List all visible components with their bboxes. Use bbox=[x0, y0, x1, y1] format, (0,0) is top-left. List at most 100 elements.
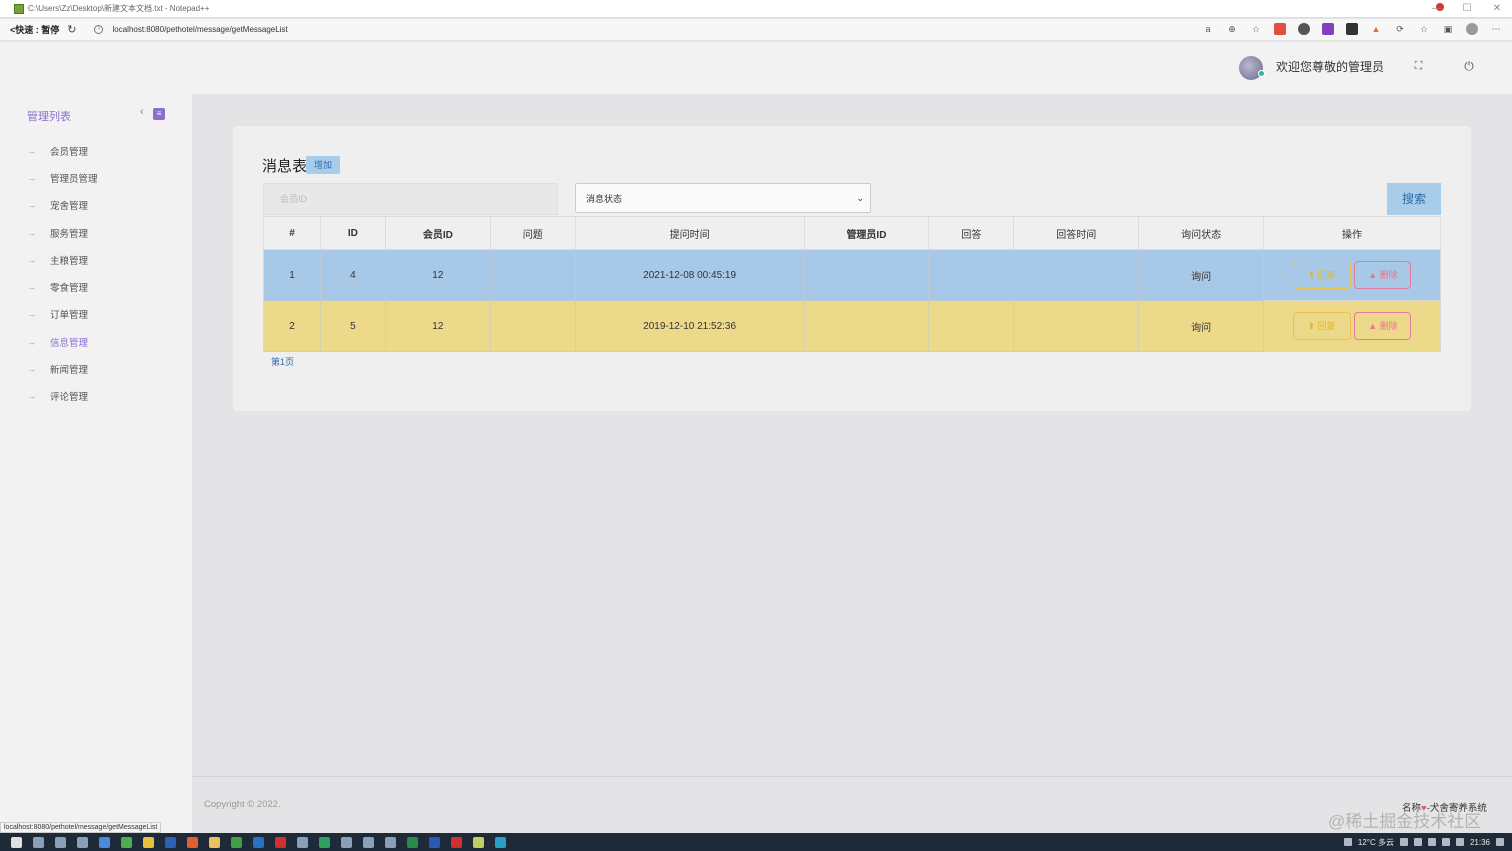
sidebar-item-label: 会员管理 bbox=[50, 146, 89, 158]
sidebar-item-services[interactable]: → 服务管理 bbox=[0, 219, 192, 246]
warning-icon: ▲ bbox=[1368, 270, 1380, 280]
taskbar-app-icon[interactable] bbox=[77, 836, 88, 848]
favorite-add-icon[interactable]: ☆ bbox=[1250, 23, 1262, 35]
taskbar-app-icon[interactable] bbox=[451, 836, 462, 848]
folder-icon[interactable] bbox=[209, 836, 220, 848]
sidebar-item-messages[interactable]: → 信息管理 bbox=[0, 328, 192, 355]
reply-button[interactable]: ⬆ 回复 bbox=[1292, 312, 1351, 340]
fullscreen-icon[interactable]: ⛶ bbox=[1413, 61, 1424, 72]
sidebar-item-label: 服务管理 bbox=[50, 228, 89, 240]
arrow-right-icon: → bbox=[27, 254, 36, 265]
sidebar-item-admins[interactable]: → 管理员管理 bbox=[0, 164, 192, 191]
delete-button-label: 删除 bbox=[1379, 270, 1398, 280]
extension-orange-icon[interactable]: ▲ bbox=[1370, 23, 1382, 35]
taskbar-app-icon[interactable] bbox=[99, 836, 110, 848]
edge-icon[interactable] bbox=[495, 836, 506, 848]
collections-icon[interactable]: ▣ bbox=[1442, 23, 1454, 35]
extension-dark-icon[interactable] bbox=[1346, 23, 1358, 35]
taskbar-app-icon[interactable] bbox=[297, 836, 308, 848]
warning-icon: ▲ bbox=[1368, 321, 1380, 331]
address-bar[interactable]: localhost:8080/pethotel/message/getMessa… bbox=[112, 25, 287, 34]
delete-button[interactable]: ▲ 删除 bbox=[1354, 312, 1412, 340]
column-header: 询问状态 bbox=[1138, 216, 1265, 250]
extension-w-icon[interactable] bbox=[1298, 23, 1310, 35]
delete-button[interactable]: ▲ 删除 bbox=[1354, 261, 1412, 289]
translate-icon[interactable]: a bbox=[1202, 23, 1214, 35]
cell-question bbox=[489, 249, 576, 301]
back-button[interactable]: <快速 : 暂停 bbox=[10, 23, 59, 36]
excel-icon[interactable] bbox=[407, 836, 418, 848]
upload-icon: ⬆ bbox=[1307, 321, 1318, 331]
taskbar-app-icon[interactable] bbox=[231, 836, 242, 848]
arrow-right-icon: → bbox=[27, 227, 36, 238]
cell-status: 询问 bbox=[1138, 300, 1265, 352]
sidebar-item-snacks[interactable]: → 零食管理 bbox=[0, 273, 192, 300]
window-title: C:\Users\Zz\Desktop\新建文本文档.txt - Notepad… bbox=[28, 4, 210, 13]
pagination-page-link[interactable]: 第1页 bbox=[271, 355, 294, 368]
member-id-input[interactable] bbox=[263, 183, 558, 215]
browser-toolbar: <快速 : 暂停 ↻ i localhost:8080/pethotel/mes… bbox=[0, 19, 1512, 41]
maximize-button[interactable]: ☐ bbox=[1452, 0, 1482, 18]
power-icon[interactable]: ⏻ bbox=[1463, 60, 1475, 72]
arrow-right-icon: → bbox=[27, 282, 36, 293]
search-button[interactable]: 搜索 bbox=[1387, 183, 1441, 215]
minimize-button[interactable]: — bbox=[1422, 0, 1452, 18]
word-icon[interactable] bbox=[429, 836, 440, 848]
app-header: 欢迎您尊敬的管理员 ⛶ ⏻ bbox=[0, 42, 1512, 94]
sidebar-item-staple-food[interactable]: → 主粮管理 bbox=[0, 246, 192, 273]
arrow-right-icon: → bbox=[27, 172, 36, 183]
reload-icon[interactable]: ↻ bbox=[67, 23, 76, 36]
tray-icon[interactable] bbox=[1399, 838, 1408, 846]
notepad-icon[interactable] bbox=[473, 836, 484, 848]
sidebar-item-label: 订单管理 bbox=[50, 310, 89, 322]
status-url-tooltip: localhost:8080/pethotel/message/getMessa… bbox=[0, 822, 162, 833]
site-info-icon[interactable]: i bbox=[94, 25, 104, 34]
sidebar-collapse-icon[interactable]: ‹ bbox=[140, 106, 144, 118]
wechat-icon[interactable] bbox=[121, 836, 132, 848]
extensions-icon[interactable]: ⟳ bbox=[1394, 23, 1406, 35]
sidebar-item-news[interactable]: → 新闻管理 bbox=[0, 355, 192, 382]
message-status-select[interactable]: 消息状态 ⌄ bbox=[575, 183, 871, 213]
table-row: 2 5 12 2019-12-10 21:52:36 询问 ⬆ 回复 ▲ 删除 bbox=[263, 300, 1441, 352]
column-header: 管理员ID bbox=[803, 216, 930, 250]
cell-answer-time bbox=[1013, 300, 1140, 352]
sidebar-menu-icon[interactable]: ≡ bbox=[153, 108, 165, 120]
clock[interactable]: 21:36 bbox=[1470, 838, 1490, 847]
tray-icon[interactable] bbox=[1413, 838, 1422, 846]
start-icon[interactable] bbox=[11, 836, 22, 848]
weather-text[interactable]: 12°C 多云 bbox=[1358, 837, 1394, 848]
sidebar-item-kennels[interactable]: → 宠舍管理 bbox=[0, 192, 192, 219]
column-header: 回答 bbox=[928, 216, 1015, 250]
taskbar-app-icon[interactable] bbox=[165, 836, 176, 848]
favorites-icon[interactable]: ☆ bbox=[1418, 23, 1430, 35]
taskbar-app-icon[interactable] bbox=[319, 836, 330, 848]
taskbar-app-icon[interactable] bbox=[275, 836, 286, 848]
taskbar-app-icon[interactable] bbox=[55, 836, 66, 848]
taskbar-app-icon[interactable] bbox=[253, 836, 264, 848]
watermark: @稀土掘金技术社区 bbox=[1328, 812, 1482, 831]
extension-red-icon[interactable] bbox=[1274, 23, 1286, 35]
search-icon[interactable] bbox=[33, 836, 44, 848]
extension-purple-icon[interactable] bbox=[1322, 23, 1334, 35]
tray-icon[interactable] bbox=[1427, 838, 1436, 846]
zoom-icon[interactable]: ⊕ bbox=[1226, 23, 1238, 35]
taskbar-app-icon[interactable] bbox=[187, 836, 198, 848]
sidebar-item-orders[interactable]: → 订单管理 bbox=[0, 301, 192, 328]
add-button[interactable]: 增加 bbox=[306, 156, 340, 174]
taskbar-app-icon[interactable] bbox=[385, 836, 396, 848]
delete-button-label: 删除 bbox=[1379, 321, 1398, 331]
taskbar-app-icon[interactable] bbox=[363, 836, 374, 848]
tray-icon[interactable] bbox=[1441, 838, 1450, 846]
table-header-row: # ID 会员ID 问题 提问时间 管理员ID 回答 回答时间 询问状态 操作 bbox=[263, 216, 1441, 250]
reply-button[interactable]: ⬆ 回复 bbox=[1292, 261, 1351, 289]
sidebar-item-members[interactable]: → 会员管理 bbox=[0, 137, 192, 164]
profile-icon[interactable] bbox=[1466, 23, 1478, 35]
sidebar: 管理列表 ‹ ≡ → 会员管理 → 管理员管理 → 宠舍管理 → 服务管理 → 主粮管理 … bbox=[0, 94, 192, 833]
close-window-button[interactable]: ✕ bbox=[1482, 0, 1512, 18]
sidebar-item-comments[interactable]: → 评论管理 bbox=[0, 383, 192, 410]
notification-center-icon[interactable] bbox=[1496, 838, 1504, 846]
chrome-icon[interactable] bbox=[143, 836, 154, 848]
volume-icon[interactable] bbox=[1455, 838, 1464, 846]
more-menu-icon[interactable]: ⋯ bbox=[1490, 23, 1502, 35]
taskbar-app-icon[interactable] bbox=[341, 836, 352, 848]
